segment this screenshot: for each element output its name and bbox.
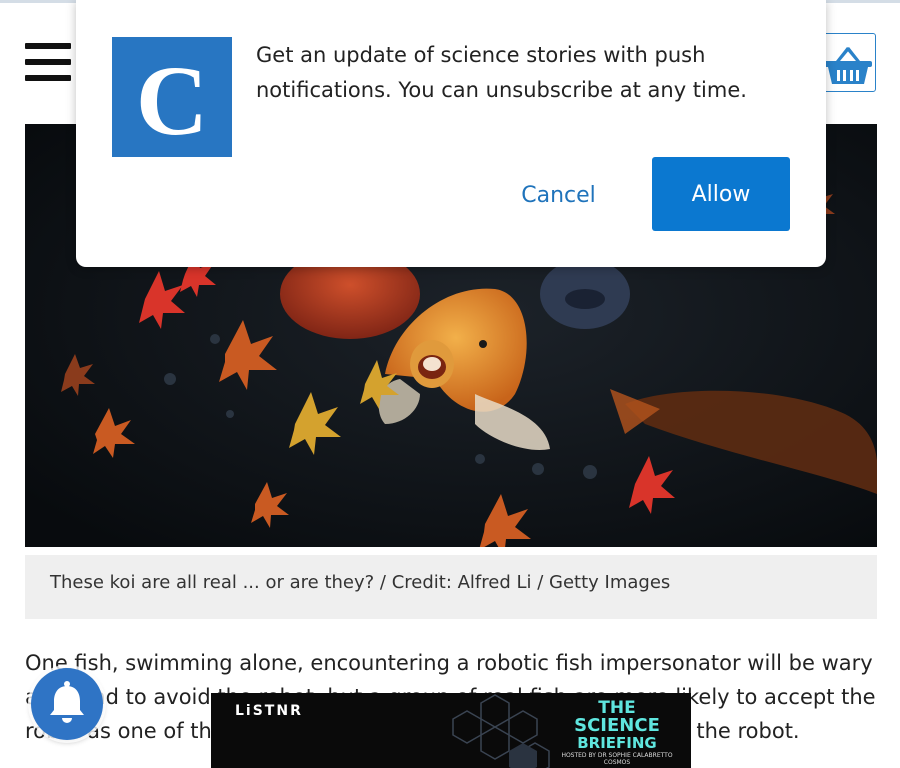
menu-bar — [25, 75, 71, 81]
allow-button[interactable]: Allow — [652, 157, 790, 231]
ad-title-line3: BRIEFING — [577, 734, 657, 752]
notification-bell-button[interactable] — [31, 668, 103, 740]
hamburger-menu-icon[interactable] — [25, 43, 71, 81]
cosmos-logo: C — [112, 37, 232, 157]
ad-brand: LiSTNR — [235, 703, 303, 719]
shopping-basket-icon — [824, 47, 872, 84]
image-caption: These koi are all real ... or are they? … — [25, 555, 877, 619]
logo-letter: C — [136, 45, 208, 156]
push-notification-dialog: C Get an update of science stories with … — [76, 0, 826, 267]
bell-icon — [50, 681, 84, 723]
advertisement-banner[interactable]: LiSTNR THE SCIENCE BRIEFING HOSTED BY DR… — [211, 693, 691, 768]
menu-bar — [25, 59, 71, 65]
ad-subline: HOSTED BY DR SOPHIE CALABRETTO COSMOS — [561, 752, 673, 766]
cancel-button[interactable]: Cancel — [501, 162, 616, 228]
ad-hex-pattern — [452, 694, 550, 768]
menu-bar — [25, 43, 71, 49]
ad-title-line2: SCIENCE — [574, 715, 660, 736]
ad-title: THE SCIENCE BRIEFING HOSTED BY DR SOPHIE… — [557, 699, 677, 766]
shopping-cart-button[interactable] — [818, 33, 876, 92]
push-dialog-message: Get an update of science stories with pu… — [256, 43, 747, 102]
